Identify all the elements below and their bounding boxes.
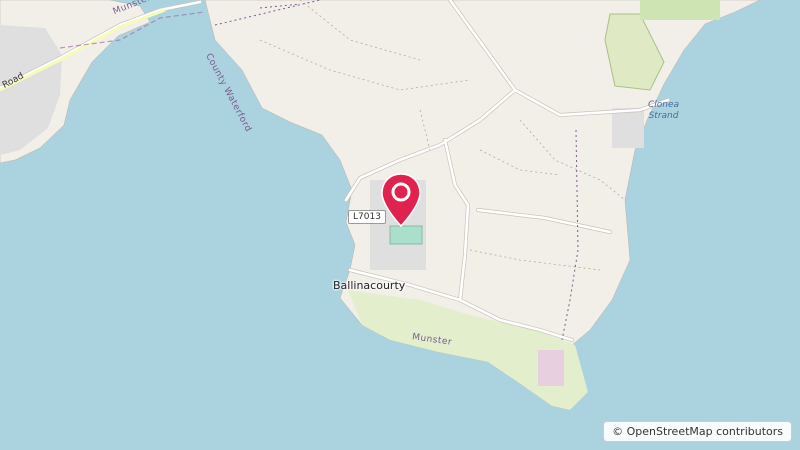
map-pin-icon (381, 173, 421, 228)
sports-pitch (389, 225, 423, 245)
campsite-area (538, 350, 564, 386)
estate-clonea (612, 108, 644, 148)
location-marker[interactable] (380, 172, 422, 228)
attribution[interactable]: © OpenStreetMap contributors (603, 421, 792, 442)
map-viewport[interactable]: Ballinacourty L7013 Munster Munster Coun… (0, 0, 800, 450)
woodland-ne (640, 0, 720, 20)
